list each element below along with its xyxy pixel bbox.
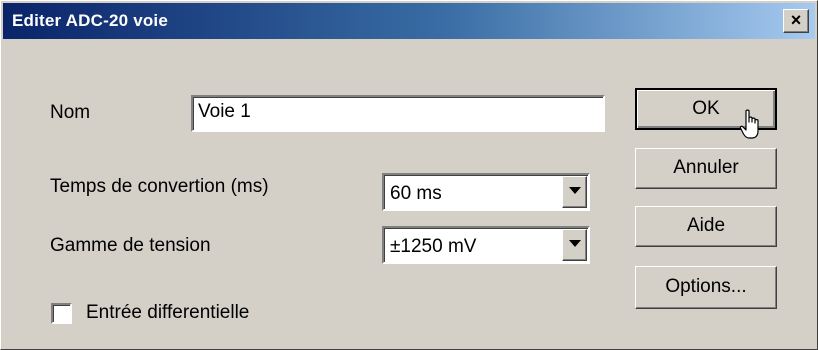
cancel-button[interactable]: Annuler [635,148,777,189]
differential-label[interactable]: Entrée differentielle [86,302,249,324]
title-bar[interactable]: Editer ADC-20 voie × [3,3,815,39]
conversion-time-dropdown-button[interactable] [562,176,587,208]
chevron-down-icon [569,187,581,194]
ok-button-label: OK [692,98,720,119]
options-button-label: Options... [665,276,747,297]
close-icon: × [790,10,802,30]
window-title: Editer ADC-20 voie [12,11,169,30]
name-input[interactable]: Voie 1 [191,95,605,132]
dialog-window: Editer ADC-20 voie × Nom Voie 1 Temps de… [0,0,818,350]
chevron-down-icon [569,240,581,247]
conversion-time-label: Temps de convertion (ms) [50,176,269,197]
conversion-time-select[interactable]: 60 ms [382,173,590,211]
voltage-range-label: Gamme de tension [50,235,211,256]
help-button[interactable]: Aide [635,206,777,247]
hand-pointer-icon [739,109,759,139]
voltage-range-value: ±1250 mV [390,236,477,257]
name-input-value: Voie 1 [198,101,251,122]
help-button-label: Aide [686,215,726,236]
cancel-button-label: Annuler [673,157,739,178]
conversion-time-value: 60 ms [390,183,442,204]
close-button[interactable]: × [783,9,809,33]
name-label: Nom [50,102,91,123]
options-button[interactable]: Options... [635,266,777,309]
differential-checkbox[interactable] [51,303,72,324]
voltage-range-select[interactable]: ±1250 mV [382,226,590,264]
voltage-range-dropdown-button[interactable] [562,229,587,261]
